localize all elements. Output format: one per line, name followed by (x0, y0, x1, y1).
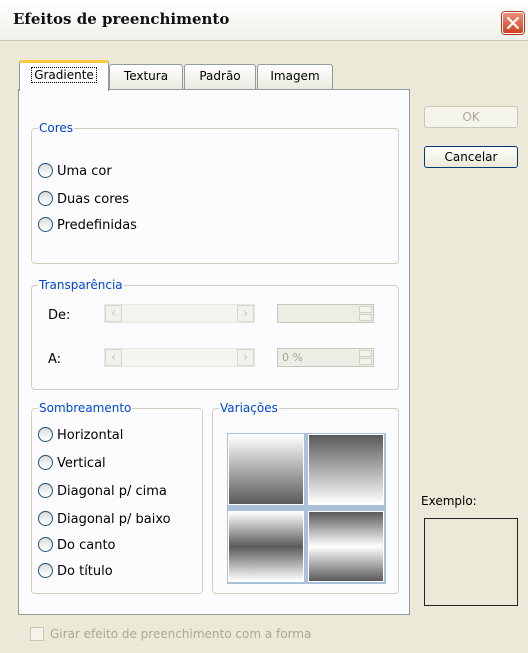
radio-circle (38, 427, 53, 442)
variacoes-group: Variações (212, 401, 399, 594)
radio-horizontal[interactable]: Horizontal (38, 427, 123, 445)
spin-up-icon[interactable] (359, 306, 372, 313)
radio-label: Uma cor (57, 164, 112, 179)
cores-group: Cores Uma cor Duas cores Predefinidas (31, 121, 399, 264)
radio-circle (38, 217, 53, 232)
checkbox-label: Girar efeito de preenchimento com a form… (50, 627, 312, 641)
a-label: A: (48, 352, 62, 367)
variations-grid (227, 433, 386, 584)
tab-label: Padrão (199, 69, 241, 83)
radio-circle (38, 511, 53, 526)
chevron-right-icon[interactable]: › (237, 305, 254, 322)
radio-label: Horizontal (57, 428, 124, 443)
preview-label: Exemplo: (421, 494, 477, 508)
radio-label: Do título (57, 564, 113, 579)
radio-circle (38, 191, 53, 206)
a-value: 0 % (282, 351, 303, 364)
tab-padrao[interactable]: Padrão (184, 64, 256, 89)
radio-circle (38, 483, 53, 498)
radio-circle (38, 163, 53, 178)
radio-diagonal-baixo[interactable]: Diagonal p/ baixo (38, 511, 171, 529)
chevron-left-icon[interactable]: ‹ (105, 305, 122, 322)
variation-swatch-2[interactable] (308, 434, 384, 505)
ok-button[interactable]: OK (424, 106, 518, 128)
radio-uma-cor[interactable]: Uma cor (38, 163, 112, 181)
close-button[interactable] (502, 12, 524, 34)
gradient-tab-panel: Cores Uma cor Duas cores Predefinidas Tr… (18, 89, 410, 615)
radio-diagonal-cima[interactable]: Diagonal p/ cima (38, 483, 167, 501)
dialog-title: Efeitos de preenchimento (13, 10, 230, 28)
radio-do-titulo[interactable]: Do título (38, 563, 113, 581)
variacoes-group-title: Variações (219, 401, 279, 415)
radio-circle (38, 455, 53, 470)
a-spinner[interactable]: 0 % (277, 348, 374, 367)
sombreamento-group: Sombreamento Horizontal Vertical Diagona… (31, 401, 203, 594)
checkbox-box[interactable] (30, 626, 44, 641)
radio-circle (38, 563, 53, 578)
cancel-button[interactable]: Cancelar (424, 146, 518, 168)
radio-label: Predefinidas (57, 218, 137, 233)
sombreamento-group-title: Sombreamento (38, 401, 133, 415)
variation-swatch-4[interactable] (308, 511, 384, 582)
tab-textura[interactable]: Textura (109, 64, 183, 89)
chevron-left-icon[interactable]: ‹ (105, 349, 122, 366)
cores-group-title: Cores (38, 121, 75, 135)
title-bar: Efeitos de preenchimento (0, 0, 528, 41)
tab-label: Gradiente (31, 67, 97, 83)
radio-label: Diagonal p/ baixo (57, 512, 171, 527)
tab-label: Textura (123, 69, 169, 83)
transparencia-group: Transparência De: ‹ › A: ‹ › 0 % (31, 278, 399, 390)
tab-gradiente[interactable]: Gradiente (19, 60, 109, 91)
radio-label: Vertical (57, 456, 106, 471)
spin-down-icon[interactable] (359, 314, 372, 321)
radio-label: Diagonal p/ cima (57, 484, 167, 499)
tab-label: Imagem (270, 69, 320, 83)
de-spinner[interactable] (277, 304, 374, 323)
radio-vertical[interactable]: Vertical (38, 455, 106, 473)
radio-label: Do canto (57, 538, 116, 553)
tab-imagem[interactable]: Imagem (257, 64, 333, 89)
variation-swatch-1[interactable] (228, 434, 304, 505)
rotate-with-shape-checkbox[interactable]: Girar efeito de preenchimento com a form… (30, 626, 312, 642)
radio-circle (38, 537, 53, 552)
transparencia-group-title: Transparência (38, 278, 124, 292)
de-slider[interactable]: ‹ › (104, 304, 255, 323)
preview-box (424, 518, 518, 606)
radio-label: Duas cores (57, 192, 130, 207)
a-slider[interactable]: ‹ › (104, 348, 255, 367)
spin-down-icon[interactable] (359, 358, 372, 365)
radio-predefinidas[interactable]: Predefinidas (38, 217, 137, 235)
de-label: De: (48, 308, 71, 323)
chevron-right-icon[interactable]: › (237, 349, 254, 366)
spin-up-icon[interactable] (359, 350, 372, 357)
radio-do-canto[interactable]: Do canto (38, 537, 116, 555)
variation-swatch-3[interactable] (228, 511, 304, 582)
close-icon (507, 17, 519, 29)
radio-duas-cores[interactable]: Duas cores (38, 191, 129, 209)
